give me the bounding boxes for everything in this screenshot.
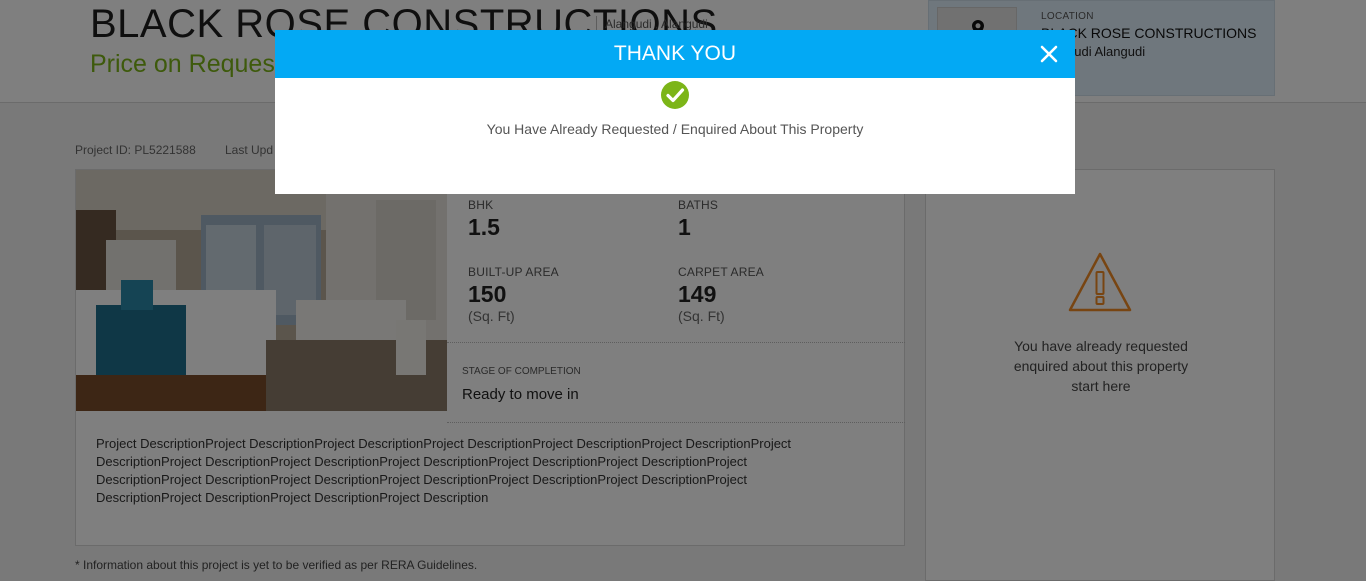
close-icon[interactable] xyxy=(1039,44,1059,64)
thank-you-modal: THANK YOU You Have Already Requested / E… xyxy=(275,30,1075,194)
modal-title: THANK YOU xyxy=(613,42,737,65)
check-circle-icon xyxy=(660,80,690,110)
modal-message: You Have Already Requested / Enquired Ab… xyxy=(486,121,864,137)
modal-header: THANK YOU xyxy=(275,30,1075,78)
